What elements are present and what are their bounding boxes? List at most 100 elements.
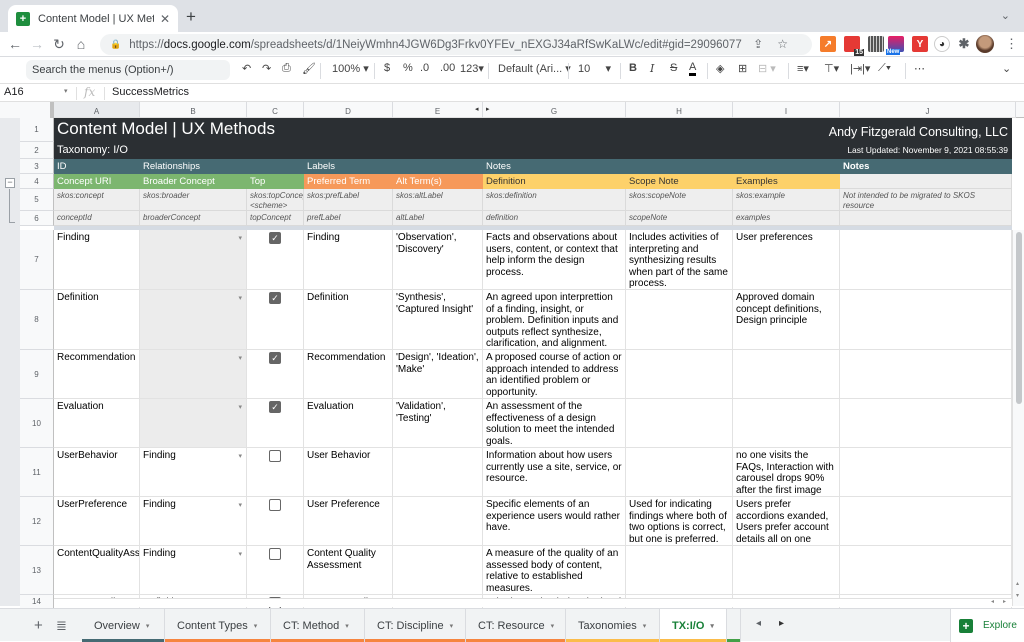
cell-notes[interactable]	[840, 350, 1012, 399]
cell-definition[interactable]: An assessment of the effectiveness of a …	[483, 399, 626, 448]
bold-button[interactable]: B	[629, 62, 637, 74]
cell-alt-terms[interactable]: 'Observation', 'Discovery'	[393, 230, 483, 290]
cell-top-concept[interactable]: ✓	[247, 399, 304, 448]
scroll-left-arrow[interactable]: ◂	[991, 598, 994, 605]
cell-examples[interactable]: no one visits the FAQs, Interaction with…	[733, 448, 840, 497]
column-header-g[interactable]: G	[483, 102, 626, 118]
column-header-e[interactable]: E	[393, 102, 483, 118]
browser-menu-icon[interactable]: ⋮	[1005, 36, 1018, 52]
row-header[interactable]: 11	[20, 448, 54, 497]
font-size-select[interactable]: 10 ▾	[578, 62, 611, 75]
group-header-relationships[interactable]: Relationships	[140, 159, 304, 174]
sheet-tab[interactable]: TX:I/O ▾	[660, 609, 727, 642]
skos-cell-scope-note[interactable]: skos:scopeNote	[626, 189, 733, 211]
cell-notes[interactable]	[840, 290, 1012, 350]
currency-format-button[interactable]: $	[384, 62, 390, 74]
column-header-h[interactable]: H	[626, 102, 733, 118]
decrease-decimal-button[interactable]: .0	[420, 62, 429, 74]
field-header-preferred-term[interactable]: Preferred Term	[304, 174, 393, 189]
cell-definition[interactable]: An agreed upon interprettion of a findin…	[483, 290, 626, 350]
skos-cell-concept-uri[interactable]: skos:concept	[54, 189, 140, 211]
cell-alt-terms[interactable]	[393, 497, 483, 546]
checked-checkbox[interactable]: ✓	[269, 292, 281, 304]
print-icon[interactable]: ⎙	[282, 62, 291, 75]
group-header-notes-extra[interactable]: Notes	[840, 159, 1012, 174]
cell-alt-terms[interactable]: 'Design', 'Ideation', 'Make'	[393, 350, 483, 399]
cell-definition[interactable]: Facts and observations about users, cont…	[483, 230, 626, 290]
row-header[interactable]: 4	[20, 174, 54, 189]
merge-cells-icon[interactable]: ⊟ ▾	[758, 62, 776, 75]
row-header[interactable]: 12	[20, 497, 54, 546]
sheet-tab[interactable]: In	[727, 609, 741, 642]
sheet-tab-menu-arrow-icon[interactable]: ▾	[710, 622, 714, 630]
cell-concept-uri[interactable]: UserBehavior	[54, 448, 140, 497]
cell-scope-note[interactable]: Includes activities of interpreting and …	[626, 230, 733, 290]
select-all-corner[interactable]	[0, 102, 54, 118]
vertical-align-icon[interactable]: ⊤▾	[824, 62, 839, 75]
cell-notes[interactable]	[840, 399, 1012, 448]
cell-definition[interactable]: A proposed course of action or approach …	[483, 350, 626, 399]
sheet-tab[interactable]: CT: Discipline ▾	[365, 609, 466, 642]
cell-definition[interactable]: Specific elements of an experience users…	[483, 497, 626, 546]
column-header-a[interactable]: A	[54, 102, 140, 118]
column-header-b[interactable]: B	[140, 102, 247, 118]
reload-icon[interactable]: ↻	[48, 36, 70, 53]
panda-extension-icon[interactable]: ◕	[934, 36, 950, 52]
cell-notes[interactable]	[840, 448, 1012, 497]
cell-examples[interactable]	[733, 546, 840, 595]
cell-top-concept[interactable]	[247, 546, 304, 595]
sheet-tab-menu-arrow-icon[interactable]: ▾	[254, 622, 258, 630]
field-header-concept-uri[interactable]: Concept URI	[54, 174, 140, 189]
name-box[interactable]: A16	[4, 86, 24, 98]
cell-concept-uri[interactable]: Definition	[54, 290, 140, 350]
column-header-d[interactable]: D	[304, 102, 393, 118]
cell-scope-note[interactable]	[626, 448, 733, 497]
calendar-extension-icon[interactable]: 15	[844, 36, 864, 56]
sheet-tab-menu-arrow-icon[interactable]: ▾	[450, 622, 454, 630]
cell-definition[interactable]: A measure of the quality of an assessed …	[483, 546, 626, 595]
row-header[interactable]: 2	[20, 142, 54, 159]
column-header-c[interactable]: C	[247, 102, 304, 118]
explore-button[interactable]: + Explore	[950, 609, 1024, 642]
dropdown-arrow-icon[interactable]: ▾	[238, 500, 242, 512]
cell-preferred-term[interactable]: User Behavior	[304, 448, 393, 497]
vertical-scroll-thumb[interactable]	[1016, 232, 1022, 404]
cell-concept-uri[interactable]: Finding	[54, 230, 140, 290]
dropdown-arrow-icon[interactable]: ▾	[238, 451, 242, 463]
scroll-right-arrow[interactable]: ▸	[1003, 598, 1006, 605]
cell-alt-terms[interactable]: 'Validation', 'Testing'	[393, 399, 483, 448]
row-header[interactable]: 6	[20, 211, 54, 226]
key-cell-preferred-term[interactable]: prefLabel	[304, 211, 393, 226]
text-rotation-icon[interactable]: ⟋▾	[878, 62, 891, 75]
field-header-notes[interactable]	[840, 174, 1012, 189]
group-header-labels[interactable]: Labels	[304, 159, 483, 174]
sheet-tab[interactable]: Overview ▾	[82, 609, 165, 642]
paint-format-icon[interactable]: 🖌	[302, 62, 316, 75]
key-cell-scope-note[interactable]: scopeNote	[626, 211, 733, 226]
fill-color-icon[interactable]: ◈	[716, 62, 724, 75]
cell-broader-concept[interactable]: ▾	[140, 399, 247, 448]
text-color-button[interactable]: A	[689, 62, 697, 76]
skos-cell-examples[interactable]: skos:example	[733, 189, 840, 211]
cell-preferred-term[interactable]: Recommendation	[304, 350, 393, 399]
horizontal-scrollbar[interactable]: ◂ ▸	[54, 598, 1012, 607]
unchecked-checkbox[interactable]	[269, 499, 281, 511]
group-header-id[interactable]: ID	[54, 159, 140, 174]
row-header[interactable]: 8	[20, 290, 54, 350]
barcode-extension-icon[interactable]	[868, 36, 884, 52]
row-header[interactable]: 9	[20, 350, 54, 399]
cell-notes[interactable]	[840, 230, 1012, 290]
sheet-tab[interactable]: Taxonomies ▾	[566, 609, 660, 642]
analytics-extension-icon[interactable]: ↗	[820, 36, 836, 52]
cell-examples[interactable]: Approved domain concept definitions, Des…	[733, 290, 840, 350]
cell-broader-concept[interactable]: Finding ▾	[140, 546, 247, 595]
browser-tab[interactable]: + Content Model | UX Methods - ✕	[8, 5, 178, 32]
cell-scope-note[interactable]	[626, 350, 733, 399]
key-cell-definition[interactable]: definition	[483, 211, 626, 226]
zoom-select[interactable]: 100% ▾	[332, 62, 369, 75]
redo-icon[interactable]: ↷	[262, 62, 271, 75]
all-sheets-list-icon[interactable]: ≣	[56, 618, 67, 634]
back-icon[interactable]: ←	[4, 36, 26, 52]
cell-examples[interactable]	[733, 399, 840, 448]
column-header-j[interactable]: J	[840, 102, 1016, 118]
